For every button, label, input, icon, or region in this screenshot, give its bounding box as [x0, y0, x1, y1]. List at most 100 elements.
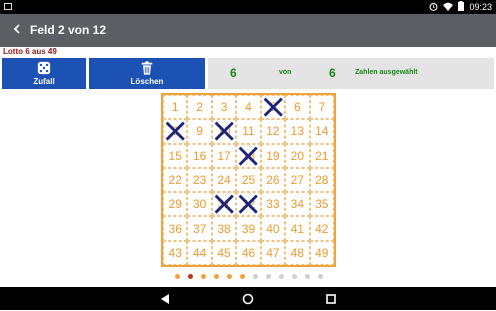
page-dot-8[interactable] [265, 274, 271, 279]
number-cell-8[interactable]: 8 [163, 119, 188, 144]
number-cell-16[interactable]: 16 [187, 143, 212, 168]
number-cell-45[interactable]: 45 [211, 240, 237, 265]
page-dot-9[interactable] [278, 274, 284, 279]
number-cell-29[interactable]: 29 [163, 192, 188, 217]
number-cell-27[interactable]: 27 [285, 167, 310, 193]
number-label: 22 [168, 172, 182, 187]
number-cell-49[interactable]: 49 [309, 240, 334, 265]
number-label: 1 [171, 100, 179, 115]
number-cell-40[interactable]: 40 [260, 216, 286, 241]
number-cell-15[interactable]: 15 [163, 143, 188, 168]
page-dot-5[interactable] [226, 274, 232, 279]
total-count: 6 [329, 66, 336, 80]
battery-icon [458, 1, 465, 13]
page-dot-2[interactable] [187, 274, 193, 279]
number-cell-17[interactable]: 17 [211, 143, 237, 168]
number-cell-14[interactable]: 14 [309, 119, 334, 144]
number-cell-35[interactable]: 35 [309, 192, 334, 217]
number-cell-34[interactable]: 34 [285, 192, 310, 217]
number-cell-31[interactable]: 31 [211, 192, 237, 217]
number-label: 25 [241, 172, 256, 187]
page-dot-3[interactable] [200, 274, 206, 279]
number-cell-41[interactable]: 41 [285, 216, 310, 241]
number-cell-46[interactable]: 46 [236, 240, 261, 265]
number-cell-21[interactable]: 21 [309, 143, 334, 168]
number-label: 13 [290, 124, 305, 139]
number-cell-11[interactable]: 11 [236, 119, 261, 144]
number-cell-1[interactable]: 1 [163, 95, 188, 120]
number-label: 24 [217, 172, 231, 187]
number-cell-30[interactable]: 30 [187, 192, 212, 217]
back-chevron-icon[interactable] [8, 20, 26, 40]
home-nav-icon[interactable] [241, 292, 255, 306]
number-cell-24[interactable]: 24 [211, 167, 237, 193]
random-button[interactable]: Zufall [2, 58, 86, 89]
counter-of-label: von [279, 69, 292, 76]
number-cell-32[interactable]: 32 [236, 192, 261, 217]
number-label: 35 [315, 197, 329, 212]
number-label: 17 [217, 148, 231, 163]
number-cell-2[interactable]: 2 [187, 95, 212, 120]
selection-cross-icon [238, 146, 259, 166]
number-cell-26[interactable]: 26 [260, 167, 286, 193]
number-cell-28[interactable]: 28 [309, 167, 334, 193]
number-cell-39[interactable]: 39 [236, 216, 261, 241]
number-cell-19[interactable]: 19 [260, 143, 286, 168]
selected-count: 6 [230, 66, 237, 80]
selection-cross-icon [214, 194, 234, 214]
number-cell-4[interactable]: 4 [236, 95, 261, 120]
number-cell-13[interactable]: 13 [285, 119, 310, 144]
number-cell-3[interactable]: 3 [211, 95, 237, 120]
delete-button[interactable]: Löschen [89, 58, 205, 89]
number-label: 37 [192, 221, 207, 236]
page-dot-6[interactable] [239, 274, 245, 279]
app-bar: Feld 2 von 12 [0, 14, 496, 47]
number-cell-10[interactable]: 10 [211, 119, 237, 144]
number-label: 42 [315, 221, 329, 236]
number-cell-7[interactable]: 7 [309, 95, 334, 120]
number-label: 26 [266, 172, 280, 187]
lotto-number-grid: 1 2 3 4 5 6 7 8 9 10 11 12 13 14 15 16 17 18 19 20 21 22 23 24 2… [161, 93, 336, 267]
alarm-icon [429, 2, 438, 13]
page-dot-11[interactable] [304, 274, 310, 279]
number-cell-6[interactable]: 6 [285, 95, 310, 120]
number-cell-22[interactable]: 22 [163, 167, 188, 193]
random-button-label: Zufall [33, 77, 55, 86]
number-cell-36[interactable]: 36 [163, 216, 188, 241]
navigation-bar [0, 287, 496, 310]
status-icons: 09:23 [429, 1, 492, 13]
number-label: 28 [315, 172, 329, 187]
number-label: 48 [290, 245, 305, 260]
page-title: Feld 2 von 12 [30, 23, 107, 37]
number-cell-12[interactable]: 12 [260, 119, 286, 144]
page-dot-12[interactable] [317, 274, 323, 279]
page-dot-1[interactable] [174, 274, 180, 279]
number-cell-47[interactable]: 47 [260, 240, 286, 265]
number-cell-43[interactable]: 43 [163, 240, 188, 265]
number-label: 46 [241, 245, 256, 260]
number-cell-38[interactable]: 38 [211, 216, 237, 241]
number-label: 9 [196, 124, 203, 139]
number-cell-23[interactable]: 23 [187, 167, 212, 193]
page-dot-7[interactable] [252, 274, 258, 279]
number-cell-44[interactable]: 44 [187, 240, 212, 265]
page-dot-4[interactable] [213, 274, 219, 279]
number-label: 34 [290, 197, 305, 212]
number-cell-18[interactable]: 18 [236, 143, 261, 168]
number-cell-5[interactable]: 5 [260, 95, 286, 120]
number-cell-42[interactable]: 42 [309, 216, 334, 241]
number-cell-33[interactable]: 33 [260, 192, 286, 217]
wifi-icon [443, 2, 454, 13]
dice-icon [37, 61, 51, 75]
clock-time: 09:23 [469, 2, 492, 12]
page-dot-10[interactable] [291, 274, 297, 279]
recents-nav-icon[interactable] [324, 292, 338, 306]
number-label: 27 [290, 172, 305, 187]
number-cell-9[interactable]: 9 [187, 119, 212, 144]
trash-icon [141, 61, 153, 75]
number-cell-37[interactable]: 37 [187, 216, 212, 241]
number-cell-25[interactable]: 25 [236, 167, 261, 193]
number-cell-20[interactable]: 20 [285, 143, 310, 168]
number-cell-48[interactable]: 48 [285, 240, 310, 265]
back-nav-icon[interactable] [158, 292, 172, 306]
